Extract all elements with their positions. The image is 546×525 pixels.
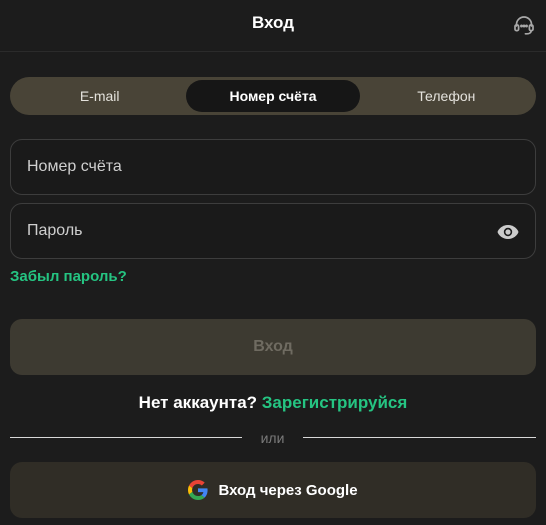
register-prompt: Нет аккаунта? Зарегистрируйся (0, 392, 546, 414)
password-field (10, 203, 536, 259)
google-login-label: Вход через Google (218, 481, 358, 499)
register-question: Нет аккаунта? (138, 393, 258, 412)
tab-account-number[interactable]: Номер счёта (186, 80, 360, 112)
google-icon (188, 480, 209, 500)
google-login-button[interactable]: Вход через Google (10, 462, 536, 518)
page-title: Вход (251, 13, 295, 32)
toggle-password-visibility-button[interactable] (495, 220, 521, 244)
headset-icon (514, 16, 534, 35)
login-method-tabs: E-mail Номер счёта Телефон (10, 77, 536, 115)
login-button[interactable]: Вход (10, 319, 536, 375)
eye-icon (497, 225, 519, 239)
register-link[interactable]: Зарегистрируйся (262, 393, 408, 412)
forgot-password-link[interactable]: Забыл пароль? (10, 267, 127, 287)
account-number-input[interactable] (11, 140, 535, 194)
tab-email[interactable]: E-mail (13, 80, 186, 112)
password-input[interactable] (11, 204, 535, 258)
support-button[interactable] (509, 10, 539, 40)
login-page: Вход E-mail Номер счёта Телефон Номер сч… (0, 0, 546, 525)
tab-phone[interactable]: Телефон (360, 80, 533, 112)
divider-line-right (303, 437, 536, 438)
header: Вход (0, 0, 546, 52)
account-number-field (10, 139, 536, 195)
divider-line-left (10, 437, 242, 438)
divider-label: или (260, 430, 285, 446)
